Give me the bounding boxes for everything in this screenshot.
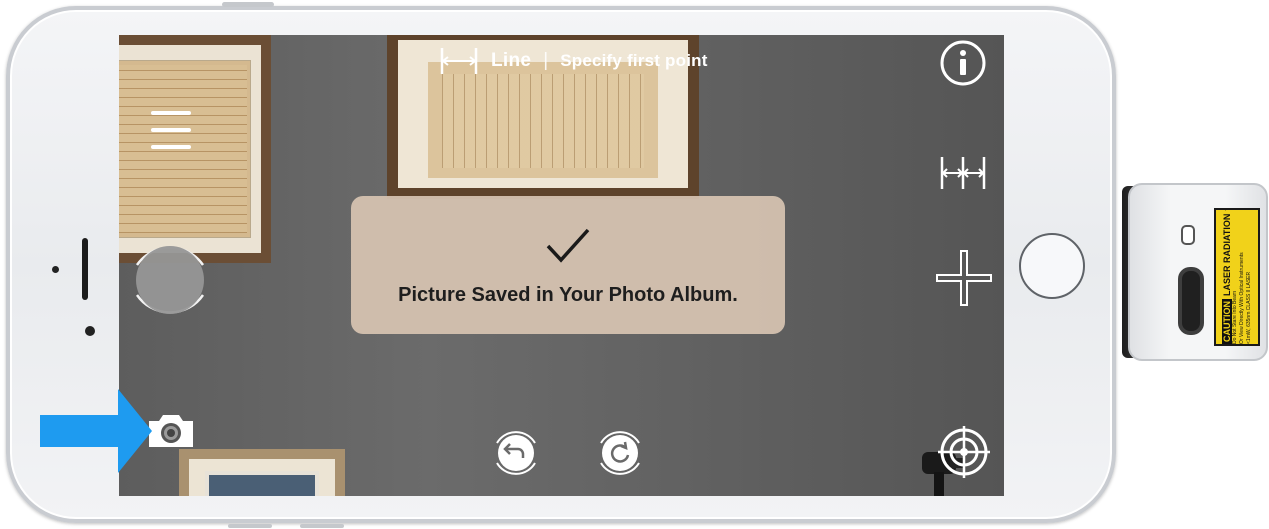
camera-viewfinder[interactable]: Line | Specify first point Picture Saved…: [119, 35, 1004, 496]
checkmark-icon: [546, 228, 590, 263]
hamburger-menu-icon[interactable]: [151, 109, 191, 151]
laser-warning-icon: ✸: [1221, 210, 1232, 211]
wall-picture-bottom: [179, 449, 345, 496]
caution-line-3: <1mW, 635nm CLASS II LASER: [1246, 271, 1252, 344]
phone-top-button: [222, 2, 274, 7]
caution-word: CAUTION: [1221, 299, 1232, 344]
line-measure-icon: [440, 48, 478, 74]
shutter-button[interactable]: [127, 235, 213, 325]
pointer-arrow-icon: [40, 389, 152, 473]
redo-button[interactable]: [593, 427, 647, 479]
caution-line-1: Do Not Stare Into Beam: [1232, 290, 1238, 344]
target-reticle-icon[interactable]: [937, 425, 991, 479]
home-button[interactable]: [1019, 233, 1085, 299]
toolbar-separator: |: [543, 50, 549, 71]
earpiece-speaker: [82, 238, 88, 300]
info-icon[interactable]: [939, 39, 987, 87]
laser-caution-label: CAUTION LASER RADIATION ✸ Do Not Stare I…: [1214, 208, 1260, 346]
caution-line-2: Or View Directly With Optical Instrument…: [1239, 252, 1245, 344]
device-laser-aperture: [1178, 267, 1204, 335]
phone-bottom-button-1: [228, 524, 272, 528]
front-camera: [52, 266, 59, 273]
multi-segment-measure-icon[interactable]: [939, 153, 987, 193]
proximity-sensor: [85, 326, 95, 336]
mode-label: Line: [491, 50, 532, 71]
camera-icon[interactable]: [147, 411, 195, 449]
phone-bottom-button-2: [300, 524, 344, 528]
saved-toast: Picture Saved in Your Photo Album.: [351, 196, 785, 334]
toast-message: Picture Saved in Your Photo Album.: [398, 284, 738, 306]
caution-heading: LASER RADIATION: [1221, 213, 1232, 296]
wall-picture-left: [119, 35, 271, 263]
device-led: [1181, 225, 1195, 245]
crosshair-plus-icon[interactable]: [935, 249, 993, 307]
mode-instruction-bar: Line | Specify first point: [439, 45, 708, 77]
undo-button[interactable]: [489, 427, 543, 479]
instruction-text: Specify first point: [560, 51, 708, 70]
